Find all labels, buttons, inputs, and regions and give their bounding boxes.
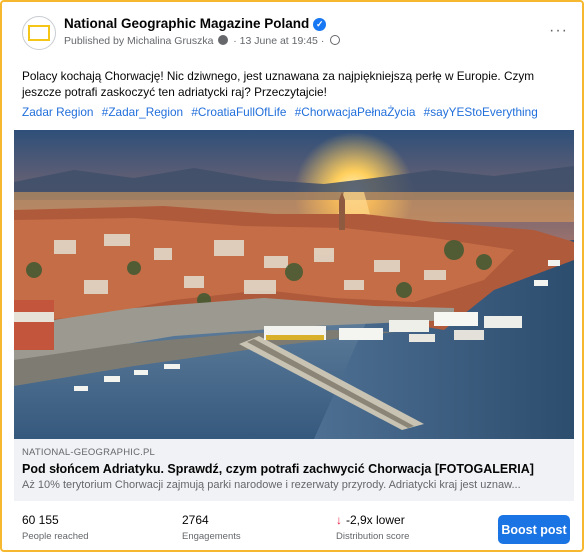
hashtags: Zadar Region #Zadar_Region #CroatiaFullO… (22, 104, 572, 120)
post-meta: Published by Michalina Gruszka · 13 June… (64, 35, 341, 47)
post-date[interactable]: · 13 June at 19:45 · (233, 35, 324, 47)
link-domain: NATIONAL-GEOGRAPHIC.PL (22, 447, 156, 458)
post-insights: 60 155 People reached 2764 Engagements ↓… (14, 507, 574, 550)
zadar-sunset-photo (14, 130, 574, 439)
engagements-value: 2764 (182, 513, 209, 527)
page-name[interactable]: National Geographic Magazine Poland ✓ (64, 16, 327, 31)
hashtag-link[interactable]: #CroatiaFullOfLife (191, 105, 286, 119)
hashtag-link[interactable]: #ChorwacjaPełnaŻycia (295, 105, 416, 119)
hashtag-link[interactable]: Zadar Region (22, 105, 93, 119)
post-header: National Geographic Magazine Poland ✓ Pub… (14, 16, 574, 56)
verified-badge-icon: ✓ (313, 18, 327, 31)
link-title[interactable]: Pod słońcem Adriatyku. Sprawdź, czym pot… (22, 462, 564, 476)
globe-icon (330, 35, 341, 45)
hashtag-link[interactable]: #sayYEStoEverything (424, 105, 538, 119)
boost-post-button[interactable]: Boost post (498, 515, 570, 544)
distribution-score-stat[interactable]: ↓ -2,9x lower Distribution score (336, 513, 409, 542)
published-by[interactable]: Published by Michalina Gruszka (64, 35, 213, 47)
page-avatar[interactable] (22, 16, 56, 50)
page-name-text[interactable]: National Geographic Magazine Poland (64, 16, 309, 31)
hashtag-link[interactable]: #Zadar_Region (102, 105, 183, 119)
distribution-value-text: -2,9x lower (346, 513, 405, 527)
nat-geo-logo (28, 25, 50, 41)
link-description: Aż 10% terytorium Chorwacji zajmują park… (22, 479, 521, 491)
distribution-score-label: Distribution score (336, 531, 410, 542)
down-arrow-icon: ↓ (336, 513, 342, 527)
distribution-score-value: ↓ -2,9x lower (336, 513, 409, 527)
privacy-dot-icon (218, 35, 229, 45)
people-reached-value: 60 155 (22, 513, 59, 527)
more-options-icon[interactable]: ··· (549, 22, 568, 40)
people-reached-label: People reached (22, 531, 89, 542)
facebook-post: National Geographic Magazine Poland ✓ Pub… (0, 0, 584, 552)
post-text: Polacy kochają Chorwację! Nic dziwnego, … (22, 69, 535, 99)
engagements-label: Engagements (182, 531, 241, 542)
engagements-stat[interactable]: 2764 Engagements (182, 513, 241, 542)
post-photo[interactable] (14, 130, 574, 439)
people-reached-stat[interactable]: 60 155 People reached (22, 513, 89, 542)
link-preview[interactable]: NATIONAL-GEOGRAPHIC.PL Pod słońcem Adria… (14, 439, 574, 501)
